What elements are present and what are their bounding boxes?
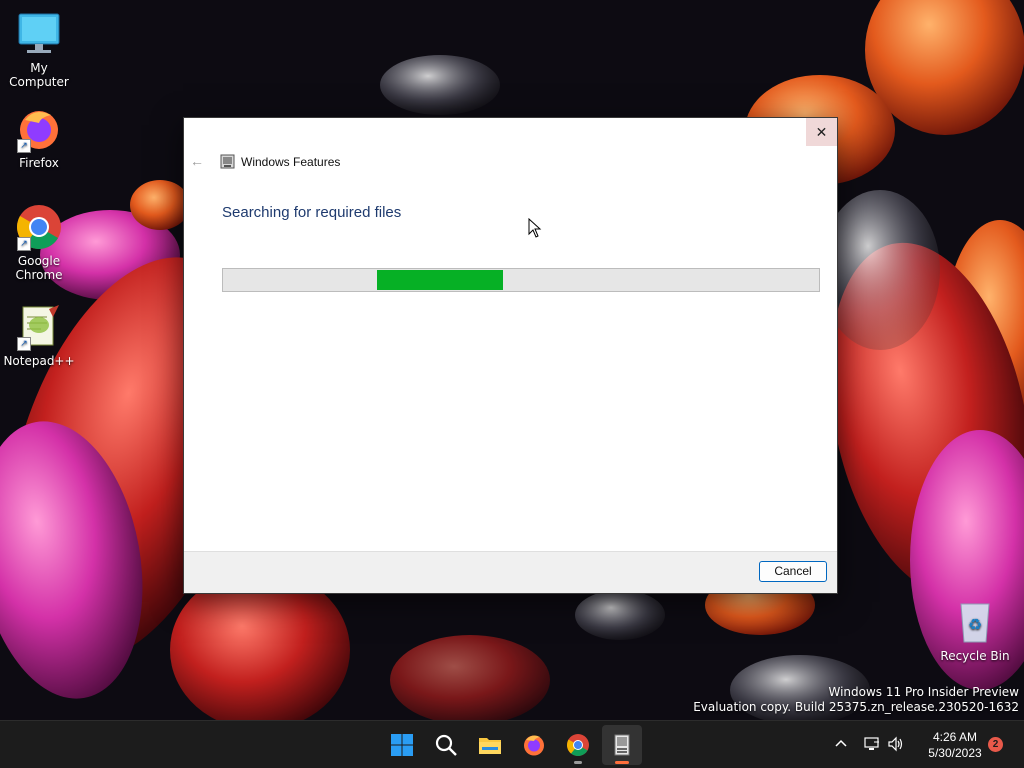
volume-icon[interactable] xyxy=(887,735,905,753)
chrome-icon xyxy=(567,734,589,756)
taskbar-windows-features[interactable] xyxy=(602,725,642,765)
svg-text:♻: ♻ xyxy=(968,615,982,634)
clock-time: 4:26 AM xyxy=(932,730,978,744)
recycle-bin-icon: ♻ xyxy=(951,598,999,646)
windows-features-icon xyxy=(614,734,630,756)
desktop-icon-chrome[interactable]: ↗ Google Chrome xyxy=(0,203,78,282)
taskbar-chrome[interactable] xyxy=(558,725,598,765)
clock-date: 5/30/2023 xyxy=(928,746,982,760)
taskbar-search-button[interactable] xyxy=(426,725,466,765)
shortcut-arrow-icon: ↗ xyxy=(17,337,31,351)
notification-badge[interactable]: 2 xyxy=(988,737,1003,752)
dialog-title: Windows Features xyxy=(241,155,341,169)
windows-features-icon xyxy=(220,154,235,169)
progress-bar xyxy=(222,268,820,292)
search-icon xyxy=(435,734,457,756)
computer-icon xyxy=(15,10,63,58)
firefox-icon: ↗ xyxy=(15,105,63,153)
progress-bar-fill xyxy=(377,270,503,290)
desktop-icon-recycle-bin[interactable]: ♻ Recycle Bin xyxy=(936,598,1014,663)
dialog-footer: Cancel xyxy=(184,551,837,593)
close-button[interactable]: ✕ xyxy=(806,118,837,146)
chrome-icon: ↗ xyxy=(15,203,63,251)
shortcut-arrow-icon: ↗ xyxy=(17,237,31,251)
tray-overflow-chevron-icon[interactable] xyxy=(832,735,850,753)
cancel-button[interactable]: Cancel xyxy=(759,561,827,582)
desktop-icon-firefox[interactable]: ↗ Firefox xyxy=(0,105,78,170)
windows-features-dialog: ✕ ← Windows Features Searching for requi… xyxy=(183,117,838,594)
taskbar: 4:26 AM 5/30/2023 xyxy=(0,720,1024,768)
taskbar-clock[interactable]: 4:26 AM 5/30/2023 xyxy=(917,729,993,761)
taskbar-firefox[interactable] xyxy=(514,725,554,765)
watermark-line-1: Windows 11 Pro Insider Preview xyxy=(828,685,1019,699)
desktop-icon-notepadpp[interactable]: ↗ Notepad++ xyxy=(0,303,78,368)
notepadpp-icon: ↗ xyxy=(15,303,63,351)
firefox-icon xyxy=(524,735,544,756)
watermark-line-2: Evaluation copy. Build 25375.zn_release.… xyxy=(693,700,1019,714)
desktop-icon-label: Recycle Bin xyxy=(940,649,1010,663)
back-arrow-icon[interactable]: ← xyxy=(190,153,204,169)
shortcut-arrow-icon: ↗ xyxy=(17,139,31,153)
evaluation-watermark: Windows 11 Pro Insider Preview Evaluatio… xyxy=(693,685,1019,715)
taskbar-start-button[interactable] xyxy=(382,725,422,765)
mouse-cursor-icon xyxy=(528,218,542,238)
desktop-icon-label: Notepad++ xyxy=(3,354,75,368)
taskbar-file-explorer[interactable] xyxy=(470,725,510,765)
active-indicator xyxy=(615,761,629,764)
dialog-heading: Searching for required files xyxy=(222,204,402,221)
start-icon xyxy=(391,734,413,756)
desktop-icon-label: Firefox xyxy=(19,156,59,170)
desktop-icon-label: My Computer xyxy=(9,61,69,89)
running-indicator xyxy=(574,761,582,764)
network-icon[interactable] xyxy=(863,735,881,753)
desktop-icon-label: Google Chrome xyxy=(15,254,63,282)
file-explorer-icon xyxy=(479,738,501,754)
desktop-icon-my-computer[interactable]: My Computer xyxy=(0,10,78,89)
